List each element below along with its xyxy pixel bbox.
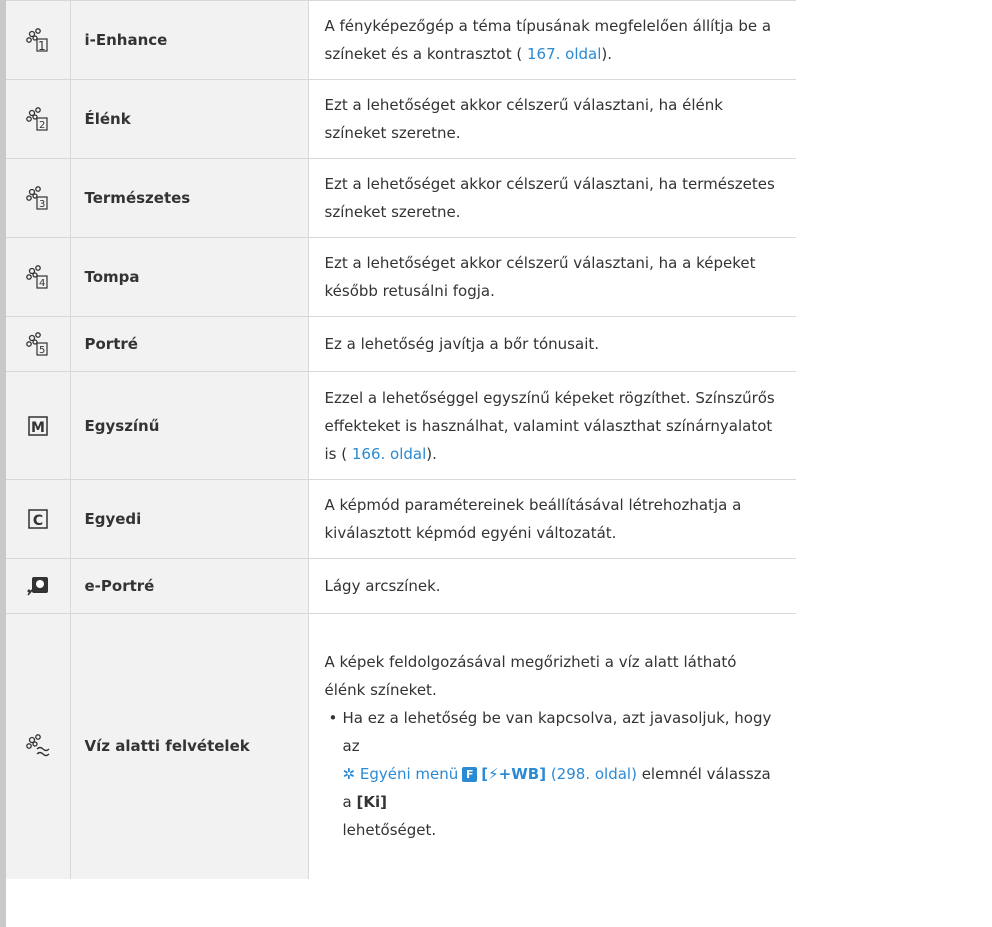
mode-name: Egyszínű xyxy=(70,371,309,480)
gear-icon: ✲ xyxy=(342,765,356,784)
table-row: 2 Élénk Ezt a lehetőséget akkor célszerű… xyxy=(6,79,796,159)
svg-text:5: 5 xyxy=(39,345,45,356)
e-portrait-icon xyxy=(27,577,48,596)
mode-description: Ezt a lehetőséget akkor célszerű választ… xyxy=(308,79,796,159)
mode-description: Ezt a lehetőséget akkor célszerű választ… xyxy=(308,158,796,238)
mode-description: Ezt a lehetőséget akkor célszerű választ… xyxy=(308,237,796,317)
svg-text:3: 3 xyxy=(39,199,45,210)
picture-mode-4-icon: 4 xyxy=(25,265,48,289)
picture-mode-table: 1 i-Enhance A fényképezőgép a téma típus… xyxy=(6,0,796,879)
page-link[interactable]: 167. oldal xyxy=(522,45,601,63)
custom-menu-link[interactable]: Egyéni menü xyxy=(355,765,458,783)
mode-name: e-Portré xyxy=(70,558,309,614)
flash-icon: ⚡ xyxy=(488,765,499,784)
picture-mode-2-icon: 2 xyxy=(25,107,48,131)
mode-description: A képmód paramétereinek beállításával lé… xyxy=(308,479,796,559)
menu-tab-f-icon: F xyxy=(462,767,478,783)
table-row: 5 Portré Ez a lehetőség javítja a bőr tó… xyxy=(6,316,796,372)
table-row: C Egyedi A képmód paramétereinek beállít… xyxy=(6,479,796,559)
svg-text:2: 2 xyxy=(39,120,45,131)
custom-icon: C xyxy=(28,509,48,529)
monochrome-icon: M xyxy=(28,415,48,436)
picture-mode-3-icon: 3 xyxy=(25,186,48,210)
table-row: 3 Természetes Ezt a lehetőséget akkor cé… xyxy=(6,158,796,238)
mode-name: Víz alatti felvételek xyxy=(70,613,309,879)
mode-description: Lágy arcszínek. xyxy=(308,558,796,614)
setting-flash-wb[interactable]: [⚡+WB] xyxy=(481,765,546,783)
mode-description: A képek feldolgozásával megőrizheti a ví… xyxy=(308,614,796,879)
picture-mode-5-icon: 5 xyxy=(25,332,48,356)
note-bullet: Ha ez a lehetőség be van kapcsolva, azt … xyxy=(325,704,783,844)
mode-name: Élénk xyxy=(70,79,309,159)
svg-text:M: M xyxy=(31,420,45,436)
table-row: Víz alatti felvételek A képek feldolgozá… xyxy=(6,613,796,879)
mode-name: Portré xyxy=(70,316,309,372)
picture-mode-1-icon: 1 xyxy=(25,28,48,53)
page-link[interactable]: 166. oldal xyxy=(347,445,426,463)
mode-name: i-Enhance xyxy=(70,0,309,80)
mode-name: Tompa xyxy=(70,237,309,317)
underwater-icon xyxy=(25,734,50,757)
svg-text:C: C xyxy=(33,513,43,529)
table-row: M Egyszínű Ezzel a lehetőséggel egyszínű… xyxy=(6,371,796,480)
mode-name: Egyedi xyxy=(70,479,309,559)
mode-description: Ez a lehetőség javítja a bőr tónusait. xyxy=(308,316,796,372)
mode-description: A fényképezőgép a téma típusának megfele… xyxy=(308,0,796,80)
table-row: 4 Tompa Ezt a lehetőséget akkor célszerű… xyxy=(6,237,796,317)
svg-text:4: 4 xyxy=(39,278,45,289)
mode-name: Természetes xyxy=(70,158,309,238)
mode-description: Ezzel a lehetőséggel egyszínű képeket rö… xyxy=(308,371,796,480)
table-row: e-Portré Lágy arcszínek. xyxy=(6,558,796,614)
page-link[interactable]: (298. oldal) xyxy=(546,765,637,783)
table-row: 1 i-Enhance A fényképezőgép a téma típus… xyxy=(6,0,796,80)
